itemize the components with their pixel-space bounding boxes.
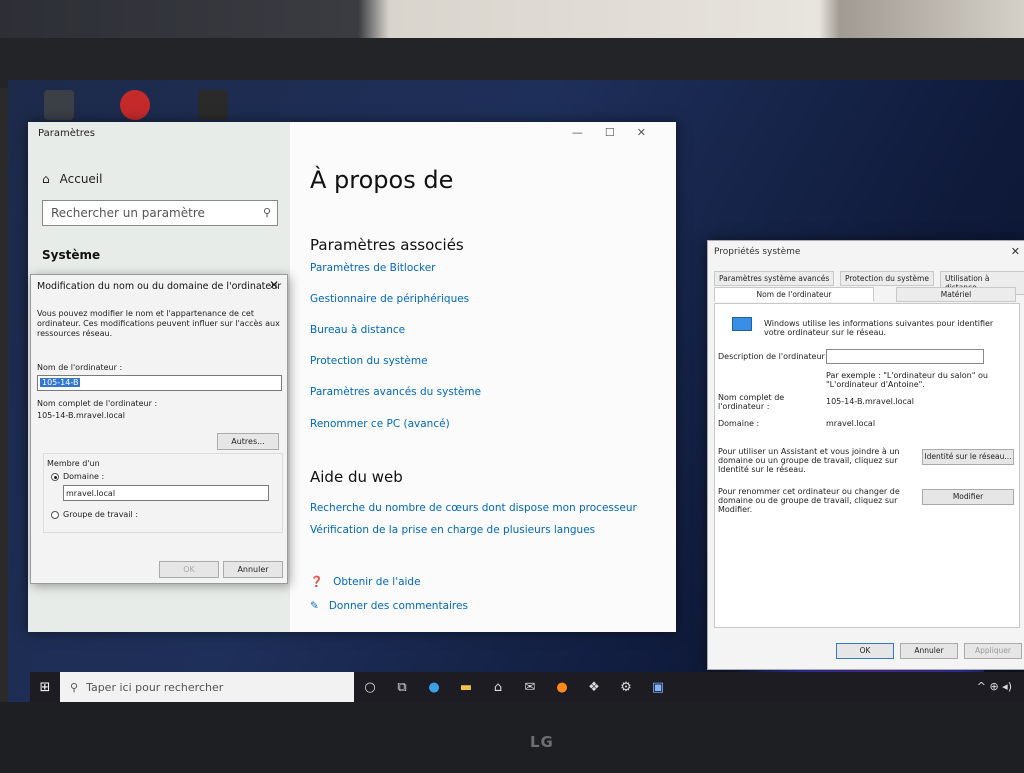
firefox-icon[interactable]: ● xyxy=(546,680,578,695)
domain-label: Domaine : xyxy=(718,419,760,428)
full-name-value: 105-14-B.mravel.local xyxy=(826,397,915,406)
feedback-label: Donner des commentaires xyxy=(328,600,468,612)
desktop-icon-recycle-bin[interactable] xyxy=(44,90,74,120)
system-properties-title: Propriétés système xyxy=(714,247,801,257)
volume-icon[interactable]: ◂) xyxy=(1002,680,1012,693)
link-device-manager[interactable]: Gestionnaire de périphériques xyxy=(310,293,469,305)
search-icon: ⚲ xyxy=(70,680,79,694)
chevron-up-icon[interactable]: ^ xyxy=(977,680,986,693)
tab-protection[interactable]: Protection du système xyxy=(840,271,934,286)
desktop-icon-app-2[interactable] xyxy=(198,90,228,120)
workgroup-label: Groupe de travail : xyxy=(63,510,139,519)
description-label: Description de l'ordinateur : xyxy=(718,352,831,361)
taskbar: ⊞ ⚲ Taper ici pour rechercher ○ ⧉ ● ▬ ⌂ … xyxy=(30,672,1024,702)
computer-name-label: Nom de l'ordinateur : xyxy=(37,363,123,372)
monitor-brand-logo: LG xyxy=(530,733,554,751)
network-id-button[interactable]: Identité sur le réseau... xyxy=(922,449,1014,465)
domain-input[interactable]: mravel.local xyxy=(63,485,269,501)
link-advanced-system[interactable]: Paramètres avancés du système xyxy=(310,386,481,398)
section-label-system: Système xyxy=(42,248,101,262)
cancel-button[interactable]: Annuler xyxy=(223,561,283,578)
link-system-protection[interactable]: Protection du système xyxy=(310,355,428,367)
maximize-icon[interactable]: ☐ xyxy=(605,126,637,139)
link-remote-desktop[interactable]: Bureau à distance xyxy=(310,324,405,336)
info-text: Windows utilise les informations suivant… xyxy=(764,319,994,337)
cortana-icon[interactable]: ○ xyxy=(354,680,386,695)
get-help-label: Obtenir de l'aide xyxy=(333,575,421,588)
domain-value: mravel.local xyxy=(66,489,116,498)
computer-name-value: 105-14-B xyxy=(40,378,81,387)
full-name-value: 105-14-B.mravel.local xyxy=(37,411,126,420)
home-nav-item[interactable]: ⌂ Accueil xyxy=(42,172,102,186)
full-name-label: Nom complet de l'ordinateur : xyxy=(718,393,785,411)
minimize-icon[interactable]: — xyxy=(572,126,605,139)
system-tray: ^ ⊕ ◂) xyxy=(977,680,1012,693)
web-help-heading: Aide du web xyxy=(310,468,403,486)
get-help-link[interactable]: ❓ Obtenir de l'aide xyxy=(310,575,421,589)
ok-button[interactable]: OK xyxy=(159,561,219,578)
feedback-icon: ✎ xyxy=(310,600,319,612)
taskbar-search-input[interactable]: ⚲ Taper ici pour rechercher xyxy=(60,672,354,702)
page-title: À propos de xyxy=(310,166,454,194)
settings-search-input[interactable]: Rechercher un paramètre ⚲ xyxy=(42,200,278,226)
feedback-link[interactable]: ✎ Donner des commentaires xyxy=(310,600,468,612)
home-label: Accueil xyxy=(59,172,103,186)
full-name-label: Nom complet de l'ordinateur : xyxy=(37,399,158,408)
domain-radio[interactable] xyxy=(51,473,59,481)
window-controls: —☐✕ xyxy=(572,126,668,139)
file-explorer-icon[interactable]: ▬ xyxy=(450,680,482,695)
settings-window-title: Paramètres xyxy=(38,128,96,139)
tab-advanced[interactable]: Paramètres système avancés xyxy=(714,271,835,286)
computer-icon xyxy=(732,317,752,331)
store-icon[interactable]: ⌂ xyxy=(482,680,514,695)
monitor-bezel-bottom xyxy=(0,702,1024,773)
mail-icon[interactable]: ✉ xyxy=(514,680,546,695)
settings-content: —☐✕ À propos de Paramètres associés Para… xyxy=(290,122,676,632)
computer-name-input[interactable]: 105-14-B xyxy=(37,375,282,391)
apply-button[interactable]: Appliquer xyxy=(964,643,1022,659)
link-cores-help[interactable]: Recherche du nombre de cœurs dont dispos… xyxy=(310,502,637,514)
computer-description-input[interactable] xyxy=(826,349,984,364)
close-icon[interactable]: ✕ xyxy=(637,126,668,139)
monitor-screen: Paramètres ⌂ Accueil Rechercher un param… xyxy=(8,80,1024,702)
rename-computer-dialog: Modification du nom ou du domaine de l'o… xyxy=(30,274,288,584)
link-bitlocker[interactable]: Paramètres de Bitlocker xyxy=(310,262,436,274)
rename-description: Vous pouvez modifier le nom et l'apparte… xyxy=(37,309,280,338)
system-properties-dialog: Propriétés système ✕ Paramètres système … xyxy=(707,240,1024,670)
workgroup-radio[interactable] xyxy=(51,511,59,519)
search-icon: ⚲ xyxy=(262,206,271,219)
link-rename-pc[interactable]: Renommer ce PC (avancé) xyxy=(310,418,450,430)
rename-text: Pour renommer cet ordinateur ou changer … xyxy=(718,487,900,514)
cancel-button[interactable]: Annuler xyxy=(900,643,958,659)
tab-computer-name[interactable]: Nom de l'ordinateur xyxy=(714,287,874,302)
windows-start-icon[interactable]: ⊞ xyxy=(30,680,60,695)
modify-button[interactable]: Modifier xyxy=(922,489,1014,505)
task-view-icon[interactable]: ⧉ xyxy=(386,680,418,695)
close-icon[interactable]: ✕ xyxy=(1011,245,1020,258)
help-icon: ❓ xyxy=(310,576,324,588)
edge-icon[interactable]: ● xyxy=(418,680,450,695)
link-languages-help[interactable]: Vérification de la prise en charge de pl… xyxy=(310,524,595,536)
ok-button[interactable]: OK xyxy=(836,643,894,659)
domain-label: Domaine : xyxy=(63,472,105,481)
example-text: Par exemple : "L'ordinateur du salon" ou… xyxy=(826,371,988,389)
home-icon: ⌂ xyxy=(42,172,50,186)
dropbox-icon[interactable]: ❖ xyxy=(578,680,610,695)
more-button[interactable]: Autres... xyxy=(217,433,279,450)
rename-dialog-title: Modification du nom ou du domaine de l'o… xyxy=(37,281,282,292)
taskbar-search-placeholder: Taper ici pour rechercher xyxy=(86,680,224,694)
wizard-text: Pour utiliser un Assistant et vous joind… xyxy=(718,447,900,474)
settings-search-placeholder: Rechercher un paramètre xyxy=(51,206,205,220)
close-icon[interactable]: ✕ xyxy=(269,278,279,292)
domain-value: mravel.local xyxy=(826,419,876,428)
tab-hardware[interactable]: Matériel xyxy=(896,287,1016,302)
related-settings-heading: Paramètres associés xyxy=(310,236,464,254)
desktop-icon-app[interactable] xyxy=(120,90,150,120)
network-icon[interactable]: ⊕ xyxy=(989,680,998,693)
member-of-label: Membre d'un xyxy=(47,459,100,468)
system-properties-taskbar-icon[interactable]: ▣ xyxy=(642,680,674,695)
settings-gear-icon[interactable]: ⚙ xyxy=(610,680,642,695)
